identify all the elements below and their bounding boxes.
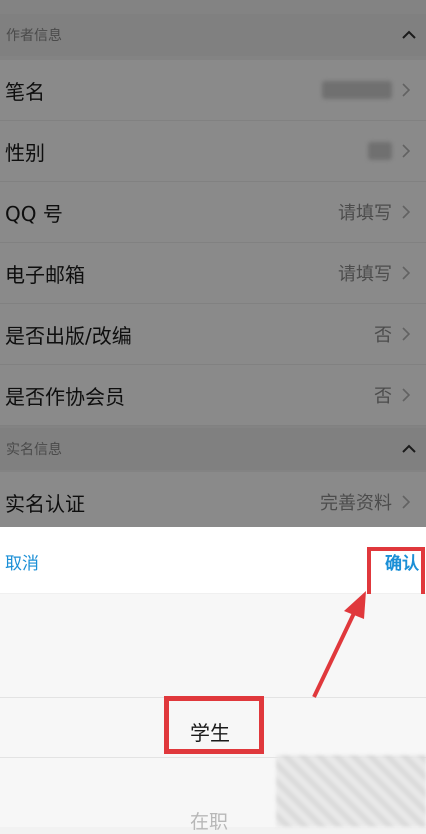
cancel-button[interactable]: 取消 [5, 549, 39, 574]
picker-option-employed[interactable]: 在职 [190, 807, 228, 834]
arrow-up-right-icon [312, 591, 366, 698]
modal-backdrop[interactable] [0, 0, 426, 527]
picker-toolbar: 取消 确认 [0, 527, 426, 594]
profile-edit-page: 作者信息 笔名 性别 QQ 号 请填写 电子邮箱 请填写 是否出版/改编 否 是… [0, 0, 426, 833]
watermark-blur [276, 755, 426, 827]
picker-sheet: 取消 确认 学生 在职 [0, 527, 426, 833]
student-highlight-box [164, 696, 264, 754]
